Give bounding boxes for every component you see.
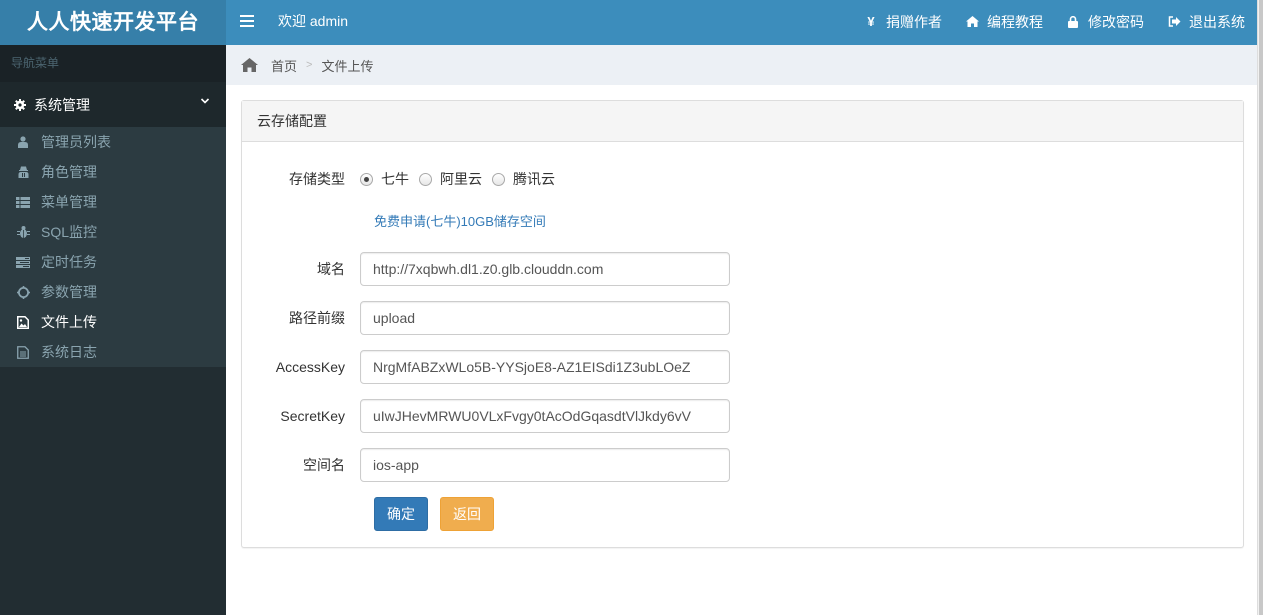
domain-input[interactable]: [360, 252, 730, 286]
logout-label: 退出系统: [1189, 13, 1245, 30]
cloud-storage-panel: 云存储配置 存储类型 七牛 阿里云 腾讯云 免费申请(七牛)10GB储存空间 域…: [241, 100, 1244, 548]
change-password-label: 修改密码: [1088, 13, 1144, 30]
user-secret-icon: [16, 165, 30, 179]
path-prefix-row: 路径前缀: [242, 301, 730, 335]
path-prefix-input[interactable]: [360, 301, 730, 335]
sidebar-item-label: 菜单管理: [41, 194, 97, 210]
lock-icon: [1066, 15, 1080, 28]
sidebar-item-sql-monitor[interactable]: SQL监控: [0, 217, 226, 247]
sidebar-item-label: 定时任务: [41, 254, 97, 270]
change-password-link[interactable]: 修改密码: [1066, 12, 1144, 32]
back-button[interactable]: 返回: [440, 497, 494, 531]
radio-button-checked[interactable]: [360, 172, 373, 186]
hamburger-icon: [240, 15, 254, 17]
domain-label: 域名: [317, 261, 345, 277]
radio-label: 阿里云: [440, 171, 482, 187]
radio-tencent[interactable]: 腾讯云: [492, 169, 555, 189]
sidebar-header: 导航菜单: [0, 45, 226, 82]
sign-out-icon: [1167, 16, 1181, 27]
home-icon: [965, 16, 979, 27]
page-scrollbar[interactable]: [1257, 0, 1263, 615]
sidebar-item-parameters[interactable]: 参数管理: [0, 277, 226, 307]
breadcrumb-separator: >: [306, 59, 313, 71]
access-key-label: AccessKey: [275, 359, 345, 375]
free-link-row: 免费申请(七牛)10GB储存空间: [374, 211, 546, 230]
top-header: 人人快速开发平台 欢迎 admin ¥ 捐赠作者 编程教程 修改密码 退出系统: [0, 0, 1257, 45]
button-row: 确定 返回: [374, 497, 506, 531]
donate-link[interactable]: ¥ 捐赠作者: [864, 12, 942, 32]
radio-label: 七牛: [381, 171, 409, 187]
sidebar-item-system-log[interactable]: 系统日志: [0, 337, 226, 367]
sidebar-submenu: 管理员列表 角色管理 菜单管理 SQL监控 定时任务 参数管理 文件上传 系统日…: [0, 127, 226, 367]
sidebar-group-label: 系统管理: [34, 96, 90, 113]
breadcrumb-current: 文件上传: [321, 58, 374, 74]
app-logo[interactable]: 人人快速开发平台: [0, 0, 226, 45]
user-icon: [16, 135, 30, 149]
hamburger-icon-bar: [240, 25, 254, 27]
radio-label: 腾讯云: [513, 171, 555, 187]
tutorial-label: 编程教程: [987, 13, 1043, 30]
file-image-icon: [16, 315, 30, 329]
radio-button[interactable]: [419, 172, 432, 186]
scrollbar-thumb[interactable]: [1259, 0, 1263, 615]
radio-aliyun[interactable]: 阿里云: [419, 169, 482, 189]
secret-key-row: SecretKey: [242, 399, 730, 433]
bucket-name-input[interactable]: [360, 448, 730, 482]
home-icon[interactable]: [241, 58, 258, 72]
sidebar-item-file-upload[interactable]: 文件上传: [0, 307, 226, 337]
sidebar-item-menu-management[interactable]: 菜单管理: [0, 187, 226, 217]
path-prefix-label: 路径前缀: [289, 310, 345, 326]
sidebar-item-label: SQL监控: [41, 224, 98, 240]
radio-button[interactable]: [492, 172, 505, 186]
sidebar-item-admin-list[interactable]: 管理员列表: [0, 127, 226, 157]
sidebar: 导航菜单 系统管理 管理员列表 角色管理 菜单管理 SQL监控 定时任务 参数管…: [0, 45, 226, 615]
logout-link[interactable]: 退出系统: [1167, 12, 1245, 32]
sidebar-item-label: 参数管理: [41, 284, 97, 300]
hamburger-icon-bar: [240, 20, 254, 22]
storage-type-row: 存储类型 七牛 阿里云 腾讯云: [242, 169, 565, 189]
access-key-input[interactable]: [360, 350, 730, 384]
tutorial-link[interactable]: 编程教程: [965, 12, 1043, 32]
content-area: 首页 > 文件上传 云存储配置 存储类型 七牛 阿里云 腾讯云 免费申请(七牛)…: [226, 45, 1257, 615]
domain-row: 域名: [242, 252, 730, 286]
file-text-icon: [16, 345, 30, 359]
header-nav: ¥ 捐赠作者 编程教程 修改密码 退出系统: [841, 0, 1245, 43]
tasks-icon: [16, 255, 30, 269]
donate-label: 捐赠作者: [886, 13, 942, 30]
sidebar-item-label: 文件上传: [41, 314, 97, 330]
secret-key-label: SecretKey: [280, 408, 345, 424]
bug-icon: [16, 225, 30, 239]
bucket-name-label: 空间名: [303, 457, 345, 473]
sidebar-item-label: 管理员列表: [41, 134, 111, 150]
sidebar-group-system-management[interactable]: 系统管理: [0, 82, 226, 127]
bucket-name-row: 空间名: [242, 448, 730, 482]
yen-icon: ¥: [867, 14, 875, 29]
list-icon: [16, 195, 30, 209]
storage-type-label: 存储类型: [289, 171, 345, 187]
cog-icon: [16, 285, 30, 299]
gear-icon: [14, 98, 26, 111]
sidebar-item-label: 系统日志: [41, 344, 97, 360]
sidebar-toggle-button[interactable]: [240, 13, 254, 31]
sidebar-item-label: 角色管理: [41, 164, 97, 180]
chevron-down-icon: [200, 98, 210, 104]
sidebar-item-scheduled-tasks[interactable]: 定时任务: [0, 247, 226, 277]
confirm-button[interactable]: 确定: [374, 497, 428, 531]
free-storage-link[interactable]: 免费申请(七牛)10GB储存空间: [374, 211, 546, 230]
breadcrumb-home-link[interactable]: 首页: [271, 56, 297, 75]
breadcrumb: 首页 > 文件上传: [226, 45, 1257, 85]
welcome-text: 欢迎 admin: [278, 13, 349, 29]
sidebar-item-role-management[interactable]: 角色管理: [0, 157, 226, 187]
panel-title: 云存储配置: [242, 101, 1243, 142]
radio-qiniu[interactable]: 七牛: [360, 169, 409, 189]
secret-key-input[interactable]: [360, 399, 730, 433]
access-key-row: AccessKey: [242, 350, 730, 384]
